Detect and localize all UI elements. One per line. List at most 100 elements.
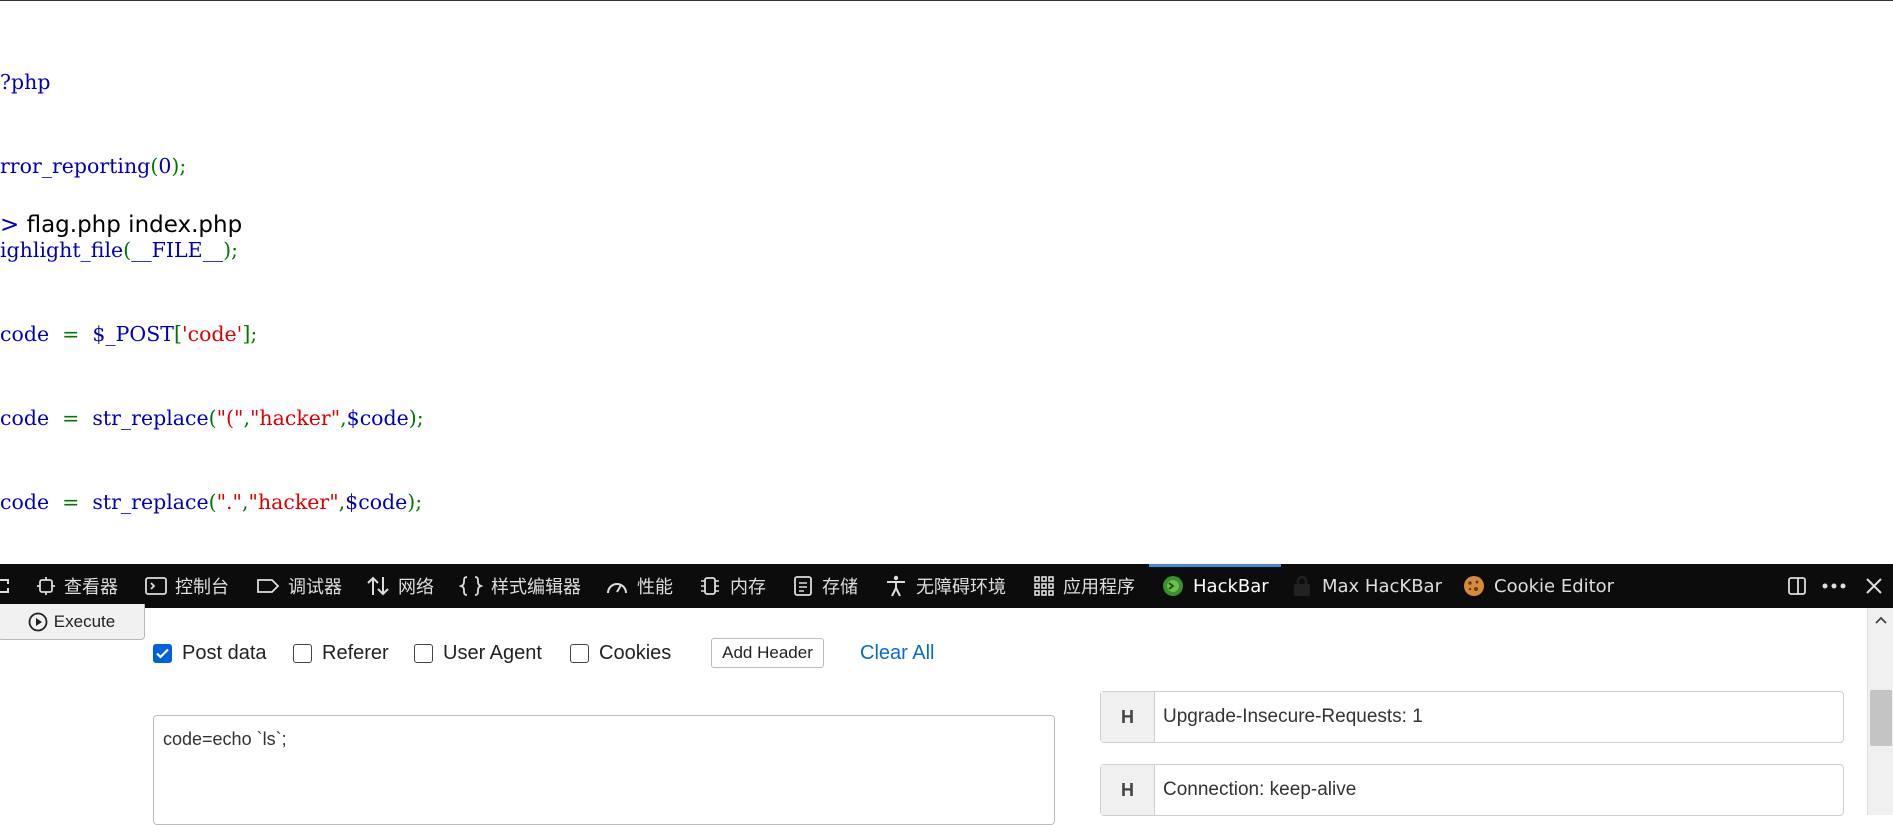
performance-icon: [607, 583, 627, 594]
code-token: str_replace: [92, 406, 209, 430]
option-post-data[interactable]: Post data: [153, 641, 267, 665]
code-token: "(": [216, 406, 244, 430]
user-agent-checkbox[interactable]: [414, 643, 433, 663]
inspector-icon: [37, 577, 55, 595]
application-icon: [1034, 576, 1054, 596]
post-data-checkbox[interactable]: [153, 643, 172, 663]
option-user-agent[interactable]: User Agent: [414, 641, 542, 665]
panel-scrollbar[interactable]: [1867, 608, 1893, 815]
option-cookies[interactable]: Cookies: [570, 641, 671, 665]
code-token: =: [62, 490, 93, 514]
accessibility-icon: [887, 575, 905, 597]
tab-max-hackbar[interactable]: Max HacKBar: [1290, 564, 1442, 608]
tab-label: 样式编辑器: [491, 577, 581, 598]
debugger-icon: [257, 579, 280, 593]
code-line-1: ?php: [0, 68, 424, 96]
tab-application[interactable]: 应用程序: [1033, 564, 1135, 608]
hackbar-icon: [1163, 576, 1183, 596]
tab-label: 查看器: [64, 577, 118, 598]
tab-label: 应用程序: [1063, 577, 1135, 598]
scrollbar-thumb[interactable]: [1870, 690, 1892, 746]
tab-label: 控制台: [175, 577, 229, 598]
more-options-icon[interactable]: [1819, 564, 1849, 608]
option-referer[interactable]: Referer: [293, 641, 389, 665]
add-header-button[interactable]: Add Header: [711, 638, 824, 668]
option-label: Referer: [322, 641, 389, 664]
header-toggle-button[interactable]: H: [1101, 765, 1155, 815]
dock-side-icon[interactable]: [1782, 564, 1812, 608]
execute-button[interactable]: Execute: [0, 604, 145, 640]
page-top-border: [0, 0, 1893, 1]
referer-checkbox[interactable]: [293, 643, 312, 663]
header-value-input[interactable]: Connection: keep-alive: [1155, 765, 1843, 815]
header-row: H Upgrade-Insecure-Requests: 1: [1100, 691, 1844, 743]
play-icon: [28, 612, 48, 631]
code-token: );: [171, 154, 187, 178]
scroll-up-icon[interactable]: [1868, 608, 1893, 632]
code-token: rror_reporting: [0, 154, 151, 178]
code-token: code: [0, 322, 63, 346]
option-label: Post data: [182, 641, 267, 664]
code-token: $_POST: [92, 322, 174, 346]
tab-cookie-editor[interactable]: Cookie Editor: [1462, 564, 1614, 608]
tab-label: Cookie Editor: [1494, 575, 1615, 597]
code-token: $code: [346, 406, 409, 430]
tab-storage[interactable]: 存储: [792, 564, 858, 608]
code-token: ];: [242, 322, 258, 346]
code-token: ?php: [0, 70, 51, 94]
header-toggle-button[interactable]: H: [1101, 692, 1155, 742]
style-editor-icon: [459, 576, 483, 596]
code-line-6: code = str_replace(".","hacker",$code);: [0, 488, 424, 516]
code-token: str_replace: [92, 490, 209, 514]
tab-label: 调试器: [288, 577, 342, 598]
code-line-4: code = $_POST['code'];: [0, 320, 424, 348]
close-icon[interactable]: [1859, 564, 1889, 608]
code-token: =: [62, 406, 93, 430]
code-token: );: [407, 490, 423, 514]
command-output: > flag.php index.php: [0, 208, 242, 242]
tab-console[interactable]: 控制台: [145, 564, 229, 608]
code-token: (: [208, 490, 217, 514]
tab-label: 性能: [637, 577, 673, 598]
tab-performance[interactable]: 性能: [605, 564, 673, 608]
lock-icon: [1294, 575, 1310, 596]
execute-label: Execute: [53, 611, 116, 631]
devtools-toolbar: 查看器 控制台 调试器 网络 样式编辑器 性能 内存 存储 无障碍环境 应用程序…: [0, 564, 1893, 608]
element-picker-icon[interactable]: [0, 564, 12, 608]
tab-debugger[interactable]: 调试器: [256, 564, 342, 608]
tab-inspector[interactable]: 查看器: [36, 564, 118, 608]
code-token: 0: [158, 154, 172, 178]
tab-hackbar[interactable]: HackBar: [1149, 564, 1281, 608]
tab-label: 内存: [730, 577, 766, 598]
tab-network[interactable]: 网络: [366, 564, 434, 608]
tab-accessibility[interactable]: 无障碍环境: [884, 564, 1006, 608]
tab-label: 存储: [822, 577, 858, 598]
code-token: );: [408, 406, 424, 430]
clear-all-link[interactable]: Clear All: [860, 640, 934, 666]
storage-icon: [794, 576, 812, 596]
code-token: "hacker": [250, 406, 341, 430]
header-value-input[interactable]: Upgrade-Insecure-Requests: 1: [1155, 692, 1843, 742]
post-data-textarea[interactable]: code=echo `ls`;: [153, 715, 1055, 825]
tab-label: 无障碍环境: [916, 577, 1006, 598]
tab-label: HackBar: [1193, 575, 1269, 597]
cookies-checkbox[interactable]: [570, 643, 589, 663]
tab-memory[interactable]: 内存: [698, 564, 766, 608]
cookie-icon: [1464, 576, 1484, 596]
code-token: ".": [216, 490, 242, 514]
option-label: Cookies: [599, 641, 672, 664]
header-row: H Connection: keep-alive: [1100, 764, 1844, 816]
output-text: flag.php index.php: [26, 212, 243, 238]
network-icon: [367, 576, 389, 596]
code-token: 'code': [181, 322, 243, 346]
code-token: (: [208, 406, 217, 430]
code-line-2: rror_reporting(0);: [0, 152, 424, 180]
code-token: [: [173, 322, 182, 346]
memory-icon: [701, 577, 719, 595]
code-token: $code: [345, 490, 408, 514]
output-arrow: >: [0, 212, 20, 238]
code-token: "hacker": [248, 490, 339, 514]
console-icon: [145, 577, 167, 595]
code-line-5: code = str_replace("(","hacker",$code);: [0, 404, 424, 432]
tab-style-editor[interactable]: 样式编辑器: [459, 564, 581, 608]
